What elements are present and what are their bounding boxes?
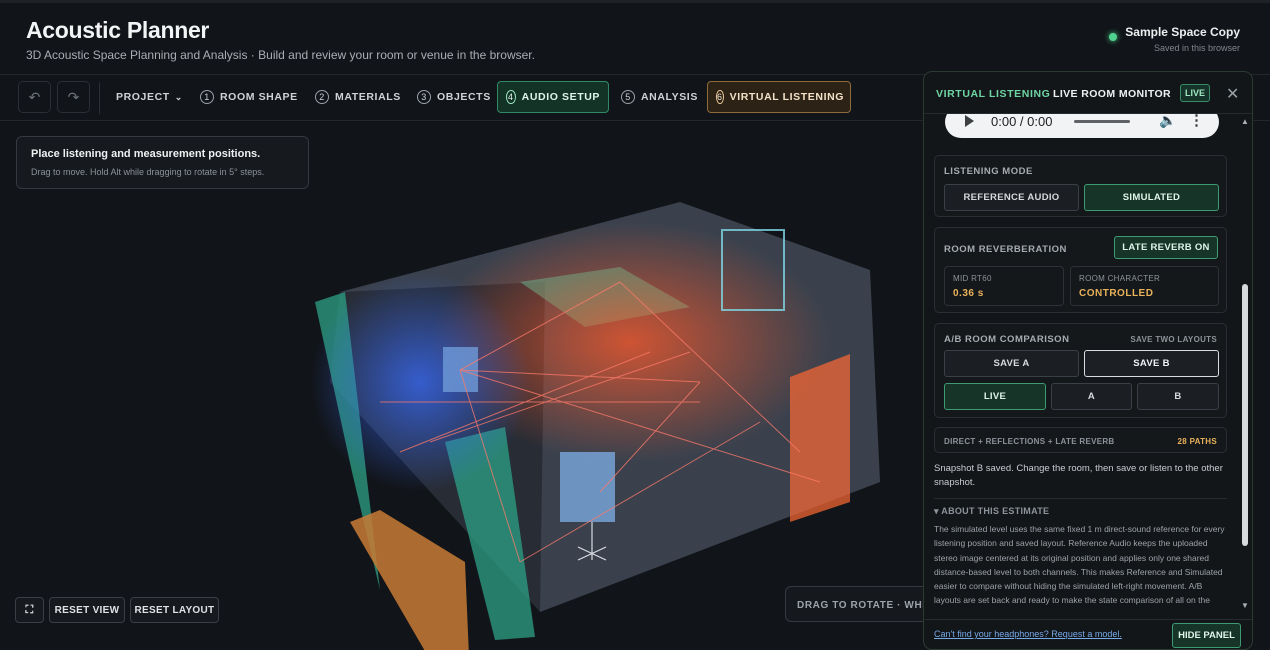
audio-seek-bar[interactable] — [1074, 120, 1130, 123]
tab-audio-setup[interactable]: 4 AUDIO SETUP — [497, 81, 609, 113]
reset-view-button[interactable]: RESET VIEW — [49, 597, 125, 623]
audio-player[interactable]: 0:00 / 0:00 🔈 ⋮ — [945, 114, 1219, 138]
panel-scrollbar[interactable]: ▲ ▼ — [1239, 114, 1251, 614]
room-3d-view[interactable] — [0, 122, 930, 650]
volume-icon[interactable]: 🔈 — [1159, 114, 1176, 129]
reset-layout-button[interactable]: RESET LAYOUT — [130, 597, 219, 623]
undo-icon: ↶ — [28, 88, 41, 105]
save-a-button[interactable]: SAVE A — [944, 350, 1079, 377]
tab-label: VIRTUAL LISTENING — [729, 91, 845, 103]
listening-mode-label: LISTENING MODE — [944, 166, 1033, 177]
save-b-button[interactable]: SAVE B — [1084, 350, 1219, 377]
step-number: 6 — [716, 90, 724, 104]
instruction-hint: Place listening and measurement position… — [16, 136, 309, 189]
project-save-status: Saved in this browser — [1153, 43, 1240, 53]
audio-time: 0:00 / 0:00 — [991, 114, 1053, 129]
close-icon[interactable]: ✕ — [1226, 84, 1239, 104]
compare-live-button[interactable]: LIVE — [944, 383, 1046, 410]
chevron-down-icon: ⌄ — [174, 91, 183, 102]
tab-label: ANALYSIS — [641, 91, 698, 103]
tab-virtual-listening[interactable]: 6 VIRTUAL LISTENING — [707, 81, 851, 113]
render-paths-label: DIRECT + REFLECTIONS + LATE REVERB — [944, 437, 1115, 446]
room-character-stat: ROOM CHARACTER CONTROLLED — [1070, 266, 1219, 306]
tab-room-shape[interactable]: 1 ROOM SHAPE — [192, 81, 306, 113]
panel-body: 0:00 / 0:00 🔈 ⋮ LISTENING MODE REFERENCE… — [924, 114, 1252, 619]
ab-comparison-hint: SAVE TWO LAYOUTS — [1130, 335, 1217, 344]
project-menu-button[interactable]: PROJECT ⌄ — [108, 81, 191, 113]
project-menu-label: PROJECT — [116, 91, 170, 103]
tab-analysis[interactable]: 5 ANALYSIS — [613, 81, 706, 113]
request-headphone-model-link[interactable]: Can't find your headphones? Request a mo… — [934, 629, 1122, 639]
rt60-value: 0.36 s — [953, 288, 984, 299]
project-status: Sample Space Copy Saved in this browser — [1109, 25, 1240, 53]
more-options-icon[interactable]: ⋮ — [1189, 114, 1204, 129]
rt60-label: MID RT60 — [953, 274, 992, 283]
tab-label: ROOM SHAPE — [220, 91, 298, 103]
reverberation-label: ROOM REVERBERATION — [944, 244, 1067, 255]
tab-label: MATERIALS — [335, 91, 401, 103]
panel-footer: Can't find your headphones? Request a mo… — [924, 619, 1252, 649]
app-subtitle: 3D Acoustic Space Planning and Analysis … — [26, 48, 535, 62]
simulated-button[interactable]: SIMULATED — [1084, 184, 1219, 211]
redo-icon: ↷ — [67, 88, 80, 105]
tab-objects[interactable]: 3 OBJECTS — [409, 81, 499, 113]
rotate-hint: DRAG TO ROTATE · WHEEL — [785, 586, 935, 622]
toolbar-divider — [99, 82, 100, 114]
render-paths-card: DIRECT + REFLECTIONS + LATE REVERB 28 PA… — [934, 427, 1227, 453]
live-badge: LIVE — [1180, 84, 1210, 102]
about-estimate-text: The simulated level uses the same fixed … — [934, 524, 1225, 606]
reference-audio-button[interactable]: REFERENCE AUDIO — [944, 184, 1079, 211]
step-number: 3 — [417, 90, 431, 104]
room-character-label: ROOM CHARACTER — [1079, 274, 1161, 283]
hint-title: Place listening and measurement position… — [31, 148, 261, 160]
render-paths-count: 28 PATHS — [1177, 437, 1217, 446]
fullscreen-icon: ⛶ — [25, 603, 34, 616]
compare-b-button[interactable]: B — [1137, 383, 1219, 410]
tab-label: AUDIO SETUP — [521, 91, 600, 103]
step-number: 1 — [200, 90, 214, 104]
ab-comparison-label: A/B ROOM COMPARISON — [944, 334, 1070, 345]
step-number: 4 — [506, 90, 516, 104]
late-reverb-toggle[interactable]: LATE REVERB ON — [1114, 236, 1218, 259]
saved-status-dot — [1109, 33, 1118, 41]
about-estimate-toggle[interactable]: ▾ ABOUT THIS ESTIMATE — [934, 506, 1049, 517]
step-number: 5 — [621, 90, 635, 104]
undo-button[interactable]: ↶ — [18, 81, 51, 113]
panel-title-accent: VIRTUAL LISTENING — [936, 88, 1051, 100]
step-number: 2 — [315, 90, 329, 104]
room-reverberation-card: ROOM REVERBERATION LATE REVERB ON MID RT… — [934, 227, 1227, 313]
hide-panel-button[interactable]: HIDE PANEL — [1172, 623, 1241, 648]
listening-mode-card: LISTENING MODE REFERENCE AUDIO SIMULATED — [934, 155, 1227, 217]
snapshot-status-message: Snapshot B saved. Change the room, then … — [934, 463, 1223, 488]
tab-materials[interactable]: 2 MATERIALS — [307, 81, 409, 113]
app-root: Acoustic Planner 3D Acoustic Space Plann… — [0, 0, 1270, 650]
panel-header: VIRTUAL LISTENING LIVE ROOM MONITOR LIVE… — [924, 72, 1252, 114]
front-left-panel — [350, 510, 469, 650]
play-icon[interactable] — [965, 115, 974, 127]
redo-button[interactable]: ↷ — [57, 81, 90, 113]
section-divider — [934, 498, 1227, 499]
ab-comparison-card: A/B ROOM COMPARISON SAVE TWO LAYOUTS SAV… — [934, 323, 1227, 418]
fullscreen-button[interactable]: ⛶ — [15, 597, 44, 623]
room-character-value: CONTROLLED — [1079, 288, 1154, 299]
project-name[interactable]: Sample Space Copy — [1125, 25, 1240, 39]
hint-subtitle: Drag to move. Hold Alt while dragging to… — [31, 167, 265, 177]
scroll-thumb[interactable] — [1242, 284, 1248, 546]
app-title: Acoustic Planner — [26, 17, 210, 43]
scroll-down-icon[interactable]: ▼ — [1241, 601, 1249, 610]
rt60-stat: MID RT60 0.36 s — [944, 266, 1064, 306]
panel-title: LIVE ROOM MONITOR — [1053, 88, 1172, 100]
scroll-up-icon[interactable]: ▲ — [1241, 117, 1249, 126]
compare-a-button[interactable]: A — [1051, 383, 1132, 410]
virtual-listening-panel: VIRTUAL LISTENING LIVE ROOM MONITOR LIVE… — [923, 71, 1253, 650]
tab-label: OBJECTS — [437, 91, 491, 103]
app-header: Acoustic Planner 3D Acoustic Space Plann… — [0, 0, 1270, 74]
